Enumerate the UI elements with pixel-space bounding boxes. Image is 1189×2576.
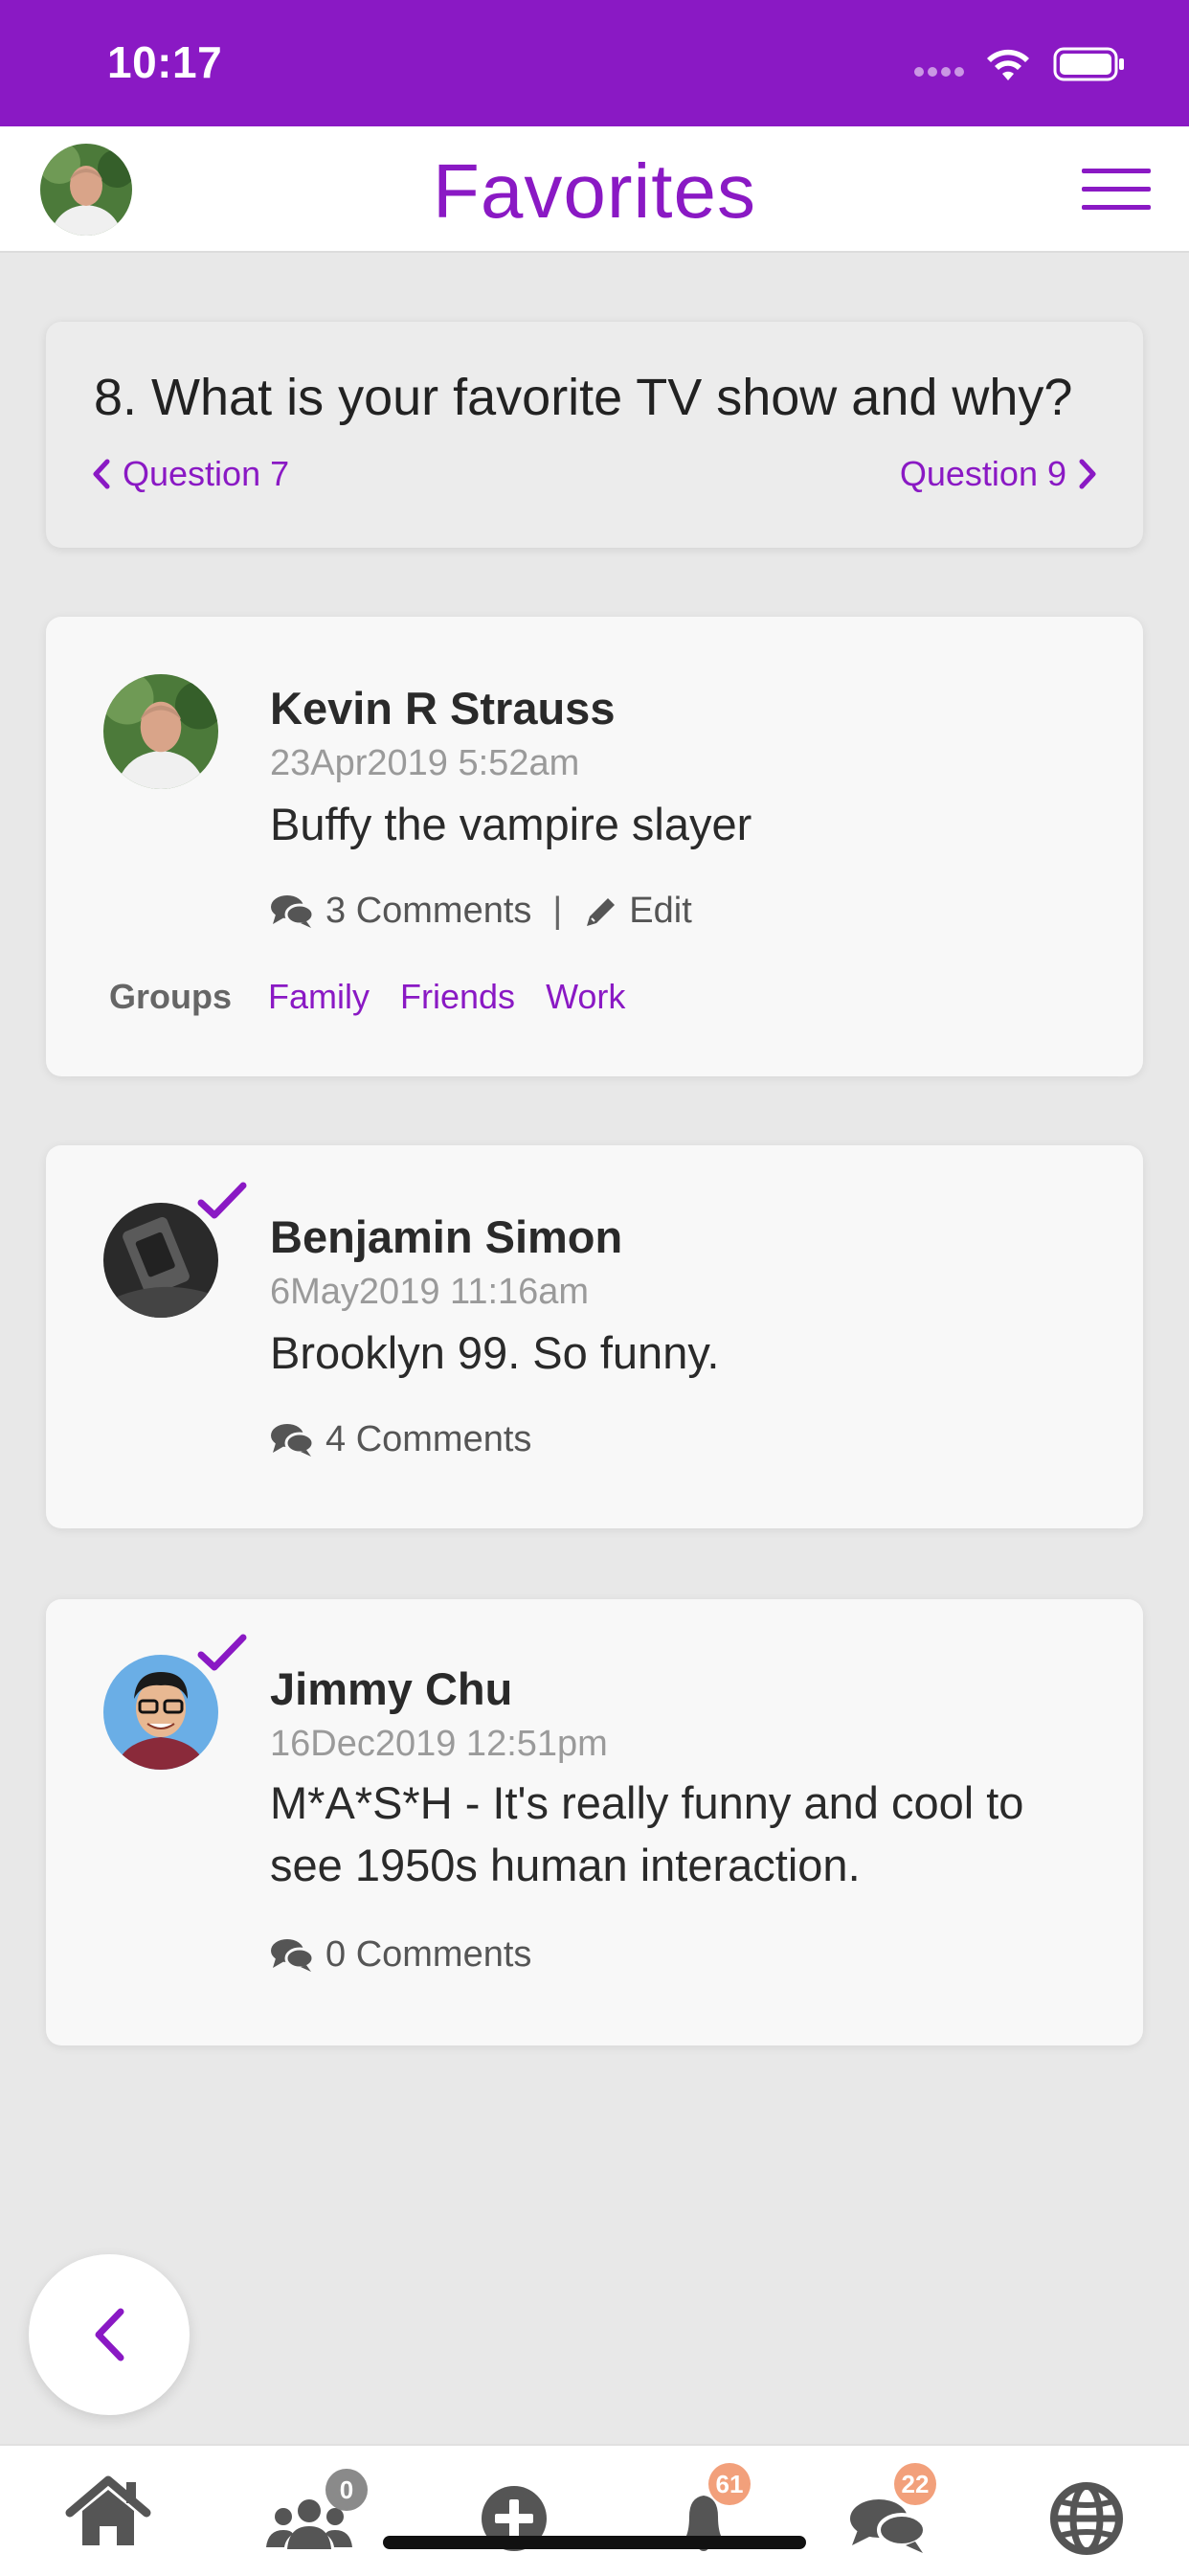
- comments-icon: [271, 1938, 314, 1972]
- cellular-signal-icon: [914, 67, 964, 77]
- answer-card: Jimmy Chu 16Dec2019 12:51pm M*A*S*H - It…: [46, 1599, 1143, 2045]
- chevron-left-icon: [95, 2308, 124, 2361]
- answer-meta: 0 Comments: [270, 1934, 531, 1976]
- messages-badge: 22: [894, 2463, 936, 2505]
- answer-text: M*A*S*H - It's really funny and cool to …: [270, 1777, 1024, 1890]
- previous-question-link[interactable]: Question 7: [92, 454, 289, 494]
- page-title: Favorites: [433, 148, 756, 234]
- meta-separator: |: [552, 891, 563, 931]
- chevron-right-icon: [1079, 459, 1096, 489]
- next-question-link[interactable]: Question 9: [900, 454, 1097, 494]
- groups-row: Groups Family Friends Work: [109, 977, 625, 1017]
- hamburger-menu-icon[interactable]: [1082, 169, 1151, 211]
- groups-badge: 0: [325, 2469, 368, 2511]
- group-link-friends[interactable]: Friends: [400, 977, 515, 1017]
- tab-messages[interactable]: 22: [835, 2463, 940, 2559]
- comments-count: 0 Comments: [325, 1934, 532, 1975]
- edit-button[interactable]: Edit: [583, 891, 692, 932]
- answer-card: Benjamin Simon 6May2019 11:16am Brooklyn…: [46, 1145, 1143, 1528]
- comments-icon: [271, 894, 314, 928]
- chevron-left-icon: [93, 459, 110, 489]
- next-question-label: Question 9: [899, 454, 1066, 493]
- nav-header: Favorites: [0, 126, 1189, 253]
- comments-link[interactable]: 0 Comments: [270, 1934, 531, 1976]
- answer-meta: 4 Comments: [270, 1419, 531, 1460]
- question-card: 8. What is your favorite TV show and why…: [46, 322, 1143, 548]
- battery-icon: [1053, 47, 1124, 81]
- group-link-work[interactable]: Work: [546, 977, 625, 1017]
- home-indicator: [383, 2536, 806, 2549]
- comments-link[interactable]: 4 Comments: [270, 1419, 531, 1460]
- globe-icon: [1050, 2482, 1123, 2555]
- answer-text: Brooklyn 99. So funny.: [270, 1327, 720, 1378]
- answer-meta: 3 Comments | Edit: [270, 891, 692, 932]
- status-bar: 10:17: [0, 0, 1189, 126]
- answer-text: Buffy the vampire slayer: [270, 799, 752, 849]
- checkmark-icon: [197, 1182, 247, 1219]
- tab-home[interactable]: [56, 2473, 161, 2559]
- back-button[interactable]: [29, 2254, 190, 2415]
- pencil-icon: [587, 897, 616, 926]
- notifications-badge: 61: [708, 2463, 751, 2505]
- comments-link[interactable]: 3 Comments: [270, 891, 531, 932]
- author-avatar[interactable]: [103, 674, 218, 789]
- previous-question-label: Question 7: [123, 454, 290, 493]
- home-icon: [65, 2475, 151, 2545]
- checkmark-icon: [197, 1634, 247, 1671]
- author-name[interactable]: Benjamin Simon: [270, 1210, 622, 1263]
- tab-explore[interactable]: [1034, 2473, 1139, 2559]
- answer-date: 6May2019 11:16am: [270, 1272, 590, 1312]
- comments-icon: [271, 1423, 314, 1457]
- author-name[interactable]: Jimmy Chu: [270, 1662, 512, 1715]
- bottom-tab-bar: 0 61 22: [0, 2444, 1189, 2576]
- wifi-icon: [987, 49, 1029, 80]
- author-name[interactable]: Kevin R Strauss: [270, 682, 615, 734]
- answer-card: Kevin R Strauss 23Apr2019 5:52am Buffy t…: [46, 617, 1143, 1076]
- comments-count: 4 Comments: [325, 1419, 532, 1459]
- groups-label: Groups: [109, 977, 233, 1016]
- status-time: 10:17: [107, 37, 223, 87]
- answer-date: 16Dec2019 12:51pm: [270, 1724, 608, 1764]
- comments-count: 3 Comments: [325, 891, 532, 931]
- answer-date: 23Apr2019 5:52am: [270, 743, 580, 783]
- question-text: 8. What is your favorite TV show and why…: [94, 369, 1073, 426]
- edit-label: Edit: [629, 891, 692, 931]
- tab-groups[interactable]: 0: [257, 2469, 368, 2559]
- group-link-family[interactable]: Family: [268, 977, 370, 1017]
